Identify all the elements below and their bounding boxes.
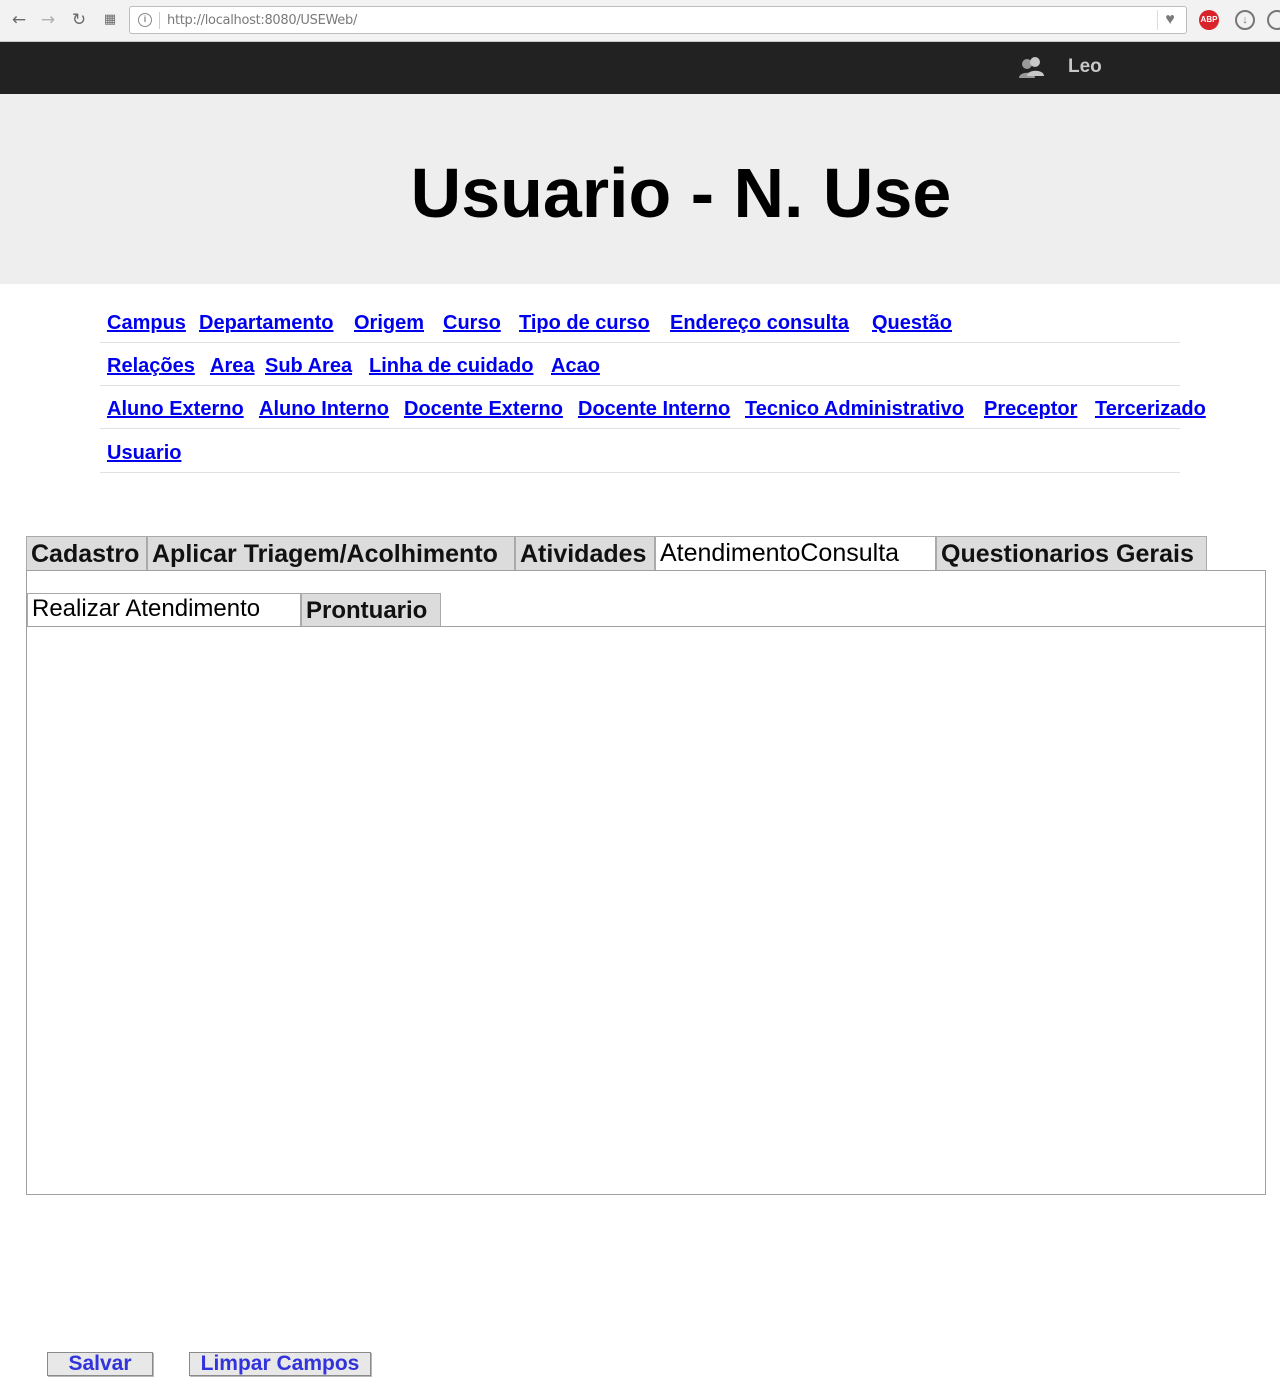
users-icon[interactable]	[1018, 54, 1046, 82]
menu-link-relacoes[interactable]: Relações	[107, 355, 195, 378]
menu-link-acao[interactable]: Acao	[551, 355, 600, 378]
address-divider	[159, 12, 160, 29]
adblock-icon[interactable]: ABP	[1199, 10, 1219, 30]
menu-link-tecnico-administrativo[interactable]: Tecnico Administrativo	[745, 398, 964, 421]
forward-arrow-icon[interactable]: →	[37, 9, 59, 31]
tab-atividades[interactable]: Atividades	[515, 536, 655, 570]
menu-link-campus[interactable]: Campus	[107, 312, 186, 335]
menu-link-curso[interactable]: Curso	[443, 312, 501, 335]
menu-row-1: Campus Departamento Origem Curso Tipo de…	[100, 300, 1180, 343]
subtab-content-area	[27, 626, 1265, 1194]
menu-link-endereco-consulta[interactable]: Endereço consulta	[670, 312, 849, 335]
menu-link-area[interactable]: Area	[210, 355, 254, 378]
menu-row-2: Relações Area Sub Area Linha de cuidado …	[100, 343, 1180, 386]
menu-link-aluno-interno[interactable]: Aluno Interno	[259, 398, 389, 421]
menu-link-sub-area[interactable]: Sub Area	[265, 355, 352, 378]
menu-link-departamento[interactable]: Departamento	[199, 312, 333, 335]
browser-toolbar: ← → ↻ ▦ i http://localhost:8080/USEWeb/ …	[0, 0, 1280, 42]
address-bar[interactable]: i http://localhost:8080/USEWeb/ ♥	[129, 6, 1187, 34]
download-icon[interactable]: ↓	[1235, 10, 1255, 30]
subtab-prontuario[interactable]: Prontuario	[301, 593, 441, 627]
page-title: Usuario - N. Use	[410, 154, 952, 232]
menu-link-usuario[interactable]: Usuario	[107, 442, 181, 465]
top-navbar: Leo	[0, 42, 1280, 94]
tab-atendimento-consulta[interactable]: AtendimentoConsulta	[655, 536, 936, 571]
tab-aplicar-triagem[interactable]: Aplicar Triagem/Acolhimento	[147, 536, 515, 570]
menu-link-preceptor[interactable]: Preceptor	[984, 398, 1077, 421]
back-arrow-icon[interactable]: ←	[8, 9, 30, 31]
menu-link-docente-externo[interactable]: Docente Externo	[404, 398, 563, 421]
menu-link-tercerizado[interactable]: Tercerizado	[1095, 398, 1206, 421]
menu-link-tipo-de-curso[interactable]: Tipo de curso	[519, 312, 650, 335]
address-url[interactable]: http://localhost:8080/USEWeb/	[167, 13, 357, 28]
menu-link-linha-de-cuidado[interactable]: Linha de cuidado	[369, 355, 533, 378]
menu-link-aluno-externo[interactable]: Aluno Externo	[107, 398, 244, 421]
user-name[interactable]: Leo	[1068, 56, 1102, 78]
reload-icon[interactable]: ↻	[68, 9, 90, 31]
tab-cadastro[interactable]: Cadastro	[26, 536, 147, 570]
page-header: Usuario - N. Use	[0, 94, 1280, 284]
bookmark-heart-icon[interactable]: ♥	[1157, 10, 1182, 30]
apps-grid-icon[interactable]: ▦	[99, 9, 121, 31]
tab-panel: Realizar Atendimento Prontuario	[26, 570, 1266, 1195]
clear-fields-button[interactable]: Limpar Campos	[189, 1352, 371, 1376]
account-icon[interactable]	[1267, 10, 1280, 30]
menu-link-docente-interno[interactable]: Docente Interno	[578, 398, 730, 421]
subtab-realizar-atendimento[interactable]: Realizar Atendimento	[27, 593, 301, 627]
menu-link-questao[interactable]: Questão	[872, 312, 952, 335]
menu-link-origem[interactable]: Origem	[354, 312, 424, 335]
info-icon[interactable]: i	[138, 13, 152, 27]
link-menu: Campus Departamento Origem Curso Tipo de…	[100, 300, 1206, 473]
menu-row-3: Aluno Externo Aluno Interno Docente Exte…	[100, 386, 1206, 429]
tab-questionarios-gerais[interactable]: Questionarios Gerais	[936, 536, 1207, 570]
menu-row-4: Usuario	[100, 429, 1180, 473]
save-button[interactable]: Salvar	[47, 1352, 153, 1376]
